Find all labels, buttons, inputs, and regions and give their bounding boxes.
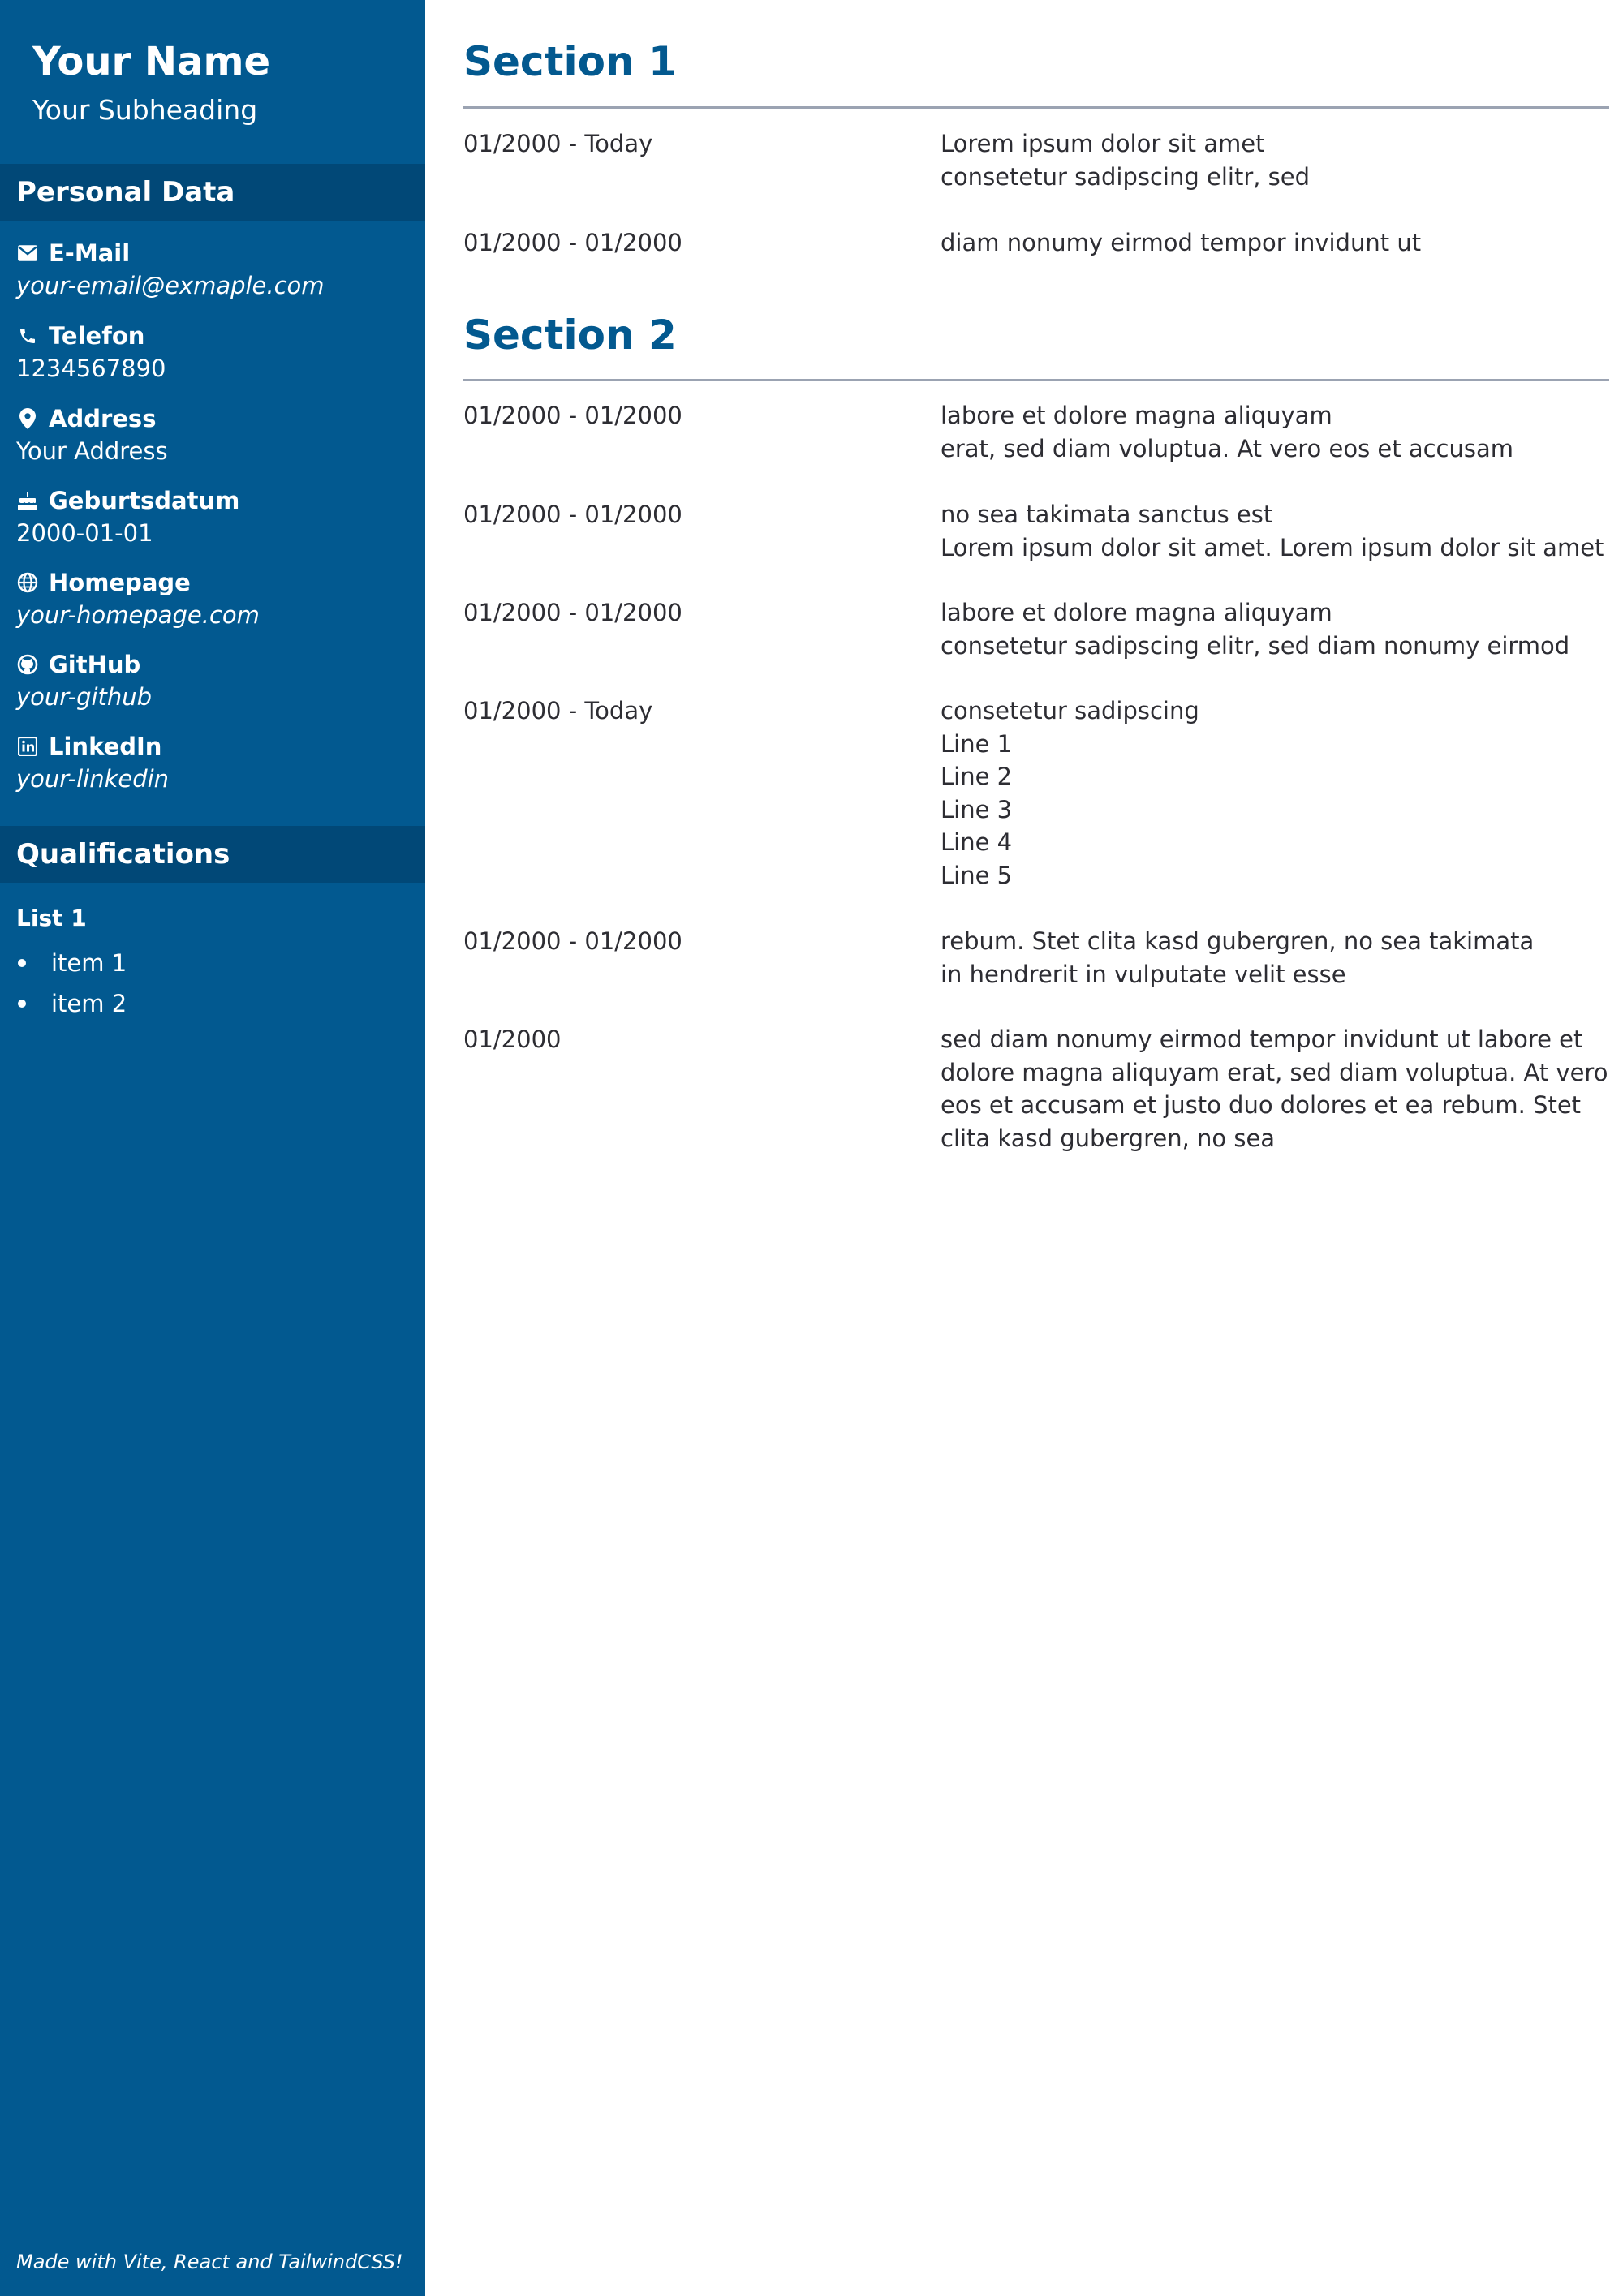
entry-date: 01/2000 - Today (463, 697, 653, 724)
entry-line: labore et dolore magna aliquyam (941, 402, 1332, 429)
contact-linkedin: LinkedIn your-linkedin (16, 730, 414, 795)
birthdate-value: 2000-01-01 (16, 519, 153, 547)
entry-description: Lorem ipsum dolor sit amet consetetur sa… (941, 127, 1609, 193)
entry-line: consetetur sadipscing elitr, sed diam no… (941, 631, 1570, 660)
entry-description: labore et dolore magna aliquyam consetet… (941, 596, 1609, 662)
cake-icon (16, 489, 39, 512)
entry-line: Line 2 (941, 763, 1013, 790)
qualifications-header: Qualifications (0, 826, 425, 883)
mail-icon (16, 242, 39, 264)
birthdate-label: Geburtsdatum (49, 487, 240, 514)
section-title: Section 2 (463, 312, 677, 359)
homepage-value[interactable]: your-homepage.com (16, 599, 414, 631)
contact-birthdate: Geburtsdatum 2000-01-01 (16, 484, 414, 549)
list-item: item 2 (16, 983, 127, 1024)
entry-paragraph: sed diam nonumy eirmod tempor invidunt u… (941, 1025, 1608, 1152)
section-divider (463, 106, 1609, 109)
email-label: E-Mail (49, 239, 131, 267)
entry-line: Line 4 (941, 828, 1013, 856)
homepage-label: Homepage (49, 569, 191, 596)
email-value[interactable]: your-email@exmaple.com (16, 269, 414, 302)
contact-phone: Telefon 1234567890 (16, 320, 414, 385)
map-pin-icon (16, 407, 39, 430)
entry-line: no sea takimata sanctus est (941, 501, 1273, 528)
address-label: Address (49, 405, 157, 432)
entry-description: diam nonumy eirmod tempor invidunt ut (941, 226, 1609, 260)
entry-line: diam nonumy eirmod tempor invidunt ut (941, 229, 1422, 256)
person-name: Your Name (32, 39, 271, 84)
entry-line: in hendrerit in vulputate velit esse (941, 960, 1346, 988)
list-item-label: item 1 (51, 949, 127, 977)
list-item: item 1 (16, 943, 127, 983)
entry-line: consetetur sadipscing (941, 697, 1199, 724)
entry-date: 01/2000 - 01/2000 (463, 402, 682, 429)
github-value[interactable]: your-github (16, 681, 414, 713)
contact-email: E-Mail your-email@exmaple.com (16, 237, 414, 302)
linkedin-icon (16, 735, 39, 758)
entry-description: labore et dolore magna aliquyam erat, se… (941, 399, 1609, 465)
bullet-icon (18, 1000, 26, 1008)
bullet-icon (18, 959, 26, 967)
phone-label: Telefon (49, 322, 145, 350)
globe-icon (16, 571, 39, 594)
entry-date: 01/2000 - 01/2000 (463, 927, 682, 955)
entry-date: 01/2000 - 01/2000 (463, 501, 682, 528)
entry-date: 01/2000 - 01/2000 (463, 599, 682, 626)
entry-line: consetetur sadipscing elitr, sed (941, 162, 1311, 191)
entry-date: 01/2000 (463, 1025, 562, 1053)
entry-description: rebum. Stet clita kasd gubergren, no sea… (941, 925, 1609, 991)
entry-line: rebum. Stet clita kasd gubergren, no sea… (941, 927, 1535, 955)
qualification-list-title: List 1 (16, 905, 87, 931)
entry-description: no sea takimata sanctus est Lorem ipsum … (941, 498, 1609, 564)
entry-line: labore et dolore magna aliquyam (941, 599, 1332, 626)
qualification-list: item 1 item 2 (16, 943, 127, 1024)
entry-line: Line 5 (941, 861, 1013, 889)
github-icon (16, 653, 39, 676)
entry-date: 01/2000 - Today (463, 130, 653, 157)
phone-value: 1234567890 (16, 355, 166, 382)
personal-data-header: Personal Data (0, 164, 425, 221)
entry-line: Line 1 (941, 729, 1013, 758)
entry-line: Lorem ipsum dolor sit amet (941, 130, 1265, 157)
phone-icon (16, 325, 39, 347)
contact-homepage: Homepage your-homepage.com (16, 566, 414, 631)
linkedin-label: LinkedIn (49, 733, 162, 760)
entry-line: Lorem ipsum dolor sit amet. Lorem ipsum … (941, 533, 1604, 561)
contact-github: GitHub your-github (16, 648, 414, 713)
contact-address: Address Your Address (16, 402, 414, 467)
entry-date: 01/2000 - 01/2000 (463, 229, 682, 256)
entry-line: Line 3 (941, 795, 1013, 823)
entry-line: erat, sed diam voluptua. At vero eos et … (941, 434, 1514, 462)
section-divider (463, 379, 1609, 381)
list-item-label: item 2 (51, 990, 127, 1017)
entry-description: sed diam nonumy eirmod tempor invidunt u… (941, 1023, 1609, 1154)
entry-description: consetetur sadipscing Line 1 Line 2 Line… (941, 694, 1609, 892)
address-value: Your Address (16, 437, 168, 465)
section-title: Section 1 (463, 38, 677, 85)
linkedin-value[interactable]: your-linkedin (16, 763, 414, 795)
github-label: GitHub (49, 651, 141, 678)
footer-note: Made with Vite, React and TailwindCSS! (16, 2251, 403, 2273)
person-subheading: Your Subheading (32, 94, 258, 126)
sidebar: Your Name Your Subheading Personal Data … (0, 0, 425, 2296)
